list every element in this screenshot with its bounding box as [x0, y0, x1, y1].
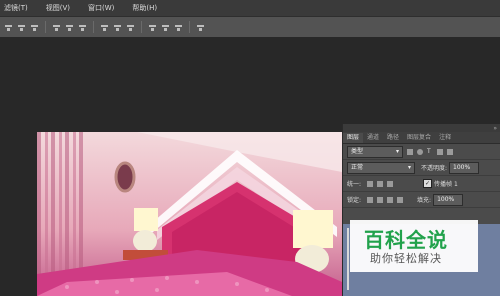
filter-pixel-icon[interactable] [407, 148, 413, 155]
chevron-down-icon: ▾ [395, 147, 399, 155]
tab-layers[interactable]: 图层 [343, 133, 364, 143]
align-vcenter-icon[interactable] [17, 23, 26, 32]
menu-help[interactable]: 帮助(H) [132, 3, 157, 13]
collapse-icon[interactable]: » [493, 125, 497, 132]
blend-mode-value: 正常 [351, 163, 364, 171]
lock-all-icon[interactable] [397, 196, 404, 203]
unify-position-icon[interactable] [367, 180, 374, 187]
menu-bar: 滤镜(T) 视图(V) 窗口(W) 帮助(H) [0, 0, 500, 16]
toolbar-divider [141, 21, 142, 33]
filter-type-icon[interactable]: T [427, 148, 431, 155]
align-bottom-icon[interactable] [30, 23, 39, 32]
lock-row: 锁定: 填充: 100% [343, 192, 500, 208]
panel-header[interactable]: » [343, 124, 500, 132]
watermark-title: 百科全说 [364, 228, 448, 252]
layer-filter-select[interactable]: 类型 ▾ [347, 145, 403, 158]
distribute-hcenter-icon[interactable] [161, 23, 170, 32]
propagate-checkbox[interactable]: ✓ [423, 179, 433, 188]
tab-notes[interactable]: 注释 [435, 133, 455, 143]
filter-adjustment-icon[interactable] [417, 148, 423, 155]
menu-window[interactable]: 窗口(W) [88, 3, 114, 13]
blend-mode-select[interactable]: 正常 ▾ [347, 161, 415, 174]
distribute-top-icon[interactable] [100, 23, 109, 32]
distribute-right-icon[interactable] [174, 23, 183, 32]
distribute-left-icon[interactable] [148, 23, 157, 32]
lock-position-icon[interactable] [387, 196, 394, 203]
menu-filter[interactable]: 滤镜(T) [4, 3, 28, 13]
align-top-icon[interactable] [4, 23, 13, 32]
align-hcenter-icon[interactable] [65, 23, 74, 32]
chevron-down-icon: ▾ [407, 163, 411, 171]
unify-row: 统一: ✓ 传播帧 1 [343, 176, 500, 192]
unify-style-icon[interactable] [387, 180, 394, 187]
blend-row: 正常 ▾ 不透明度: 100% [343, 160, 500, 176]
options-bar [0, 16, 500, 38]
tab-paths[interactable]: 路径 [383, 133, 403, 143]
align-left-icon[interactable] [52, 23, 61, 32]
tab-layer-comps[interactable]: 图层复合 [403, 133, 435, 143]
fill-input[interactable]: 100% [433, 193, 464, 206]
align-right-icon[interactable] [78, 23, 87, 32]
watermark-subtitle: 助你轻松解决 [370, 252, 442, 265]
watermark: 百科全说 助你轻松解决 [350, 220, 478, 272]
unify-label: 统一: [347, 181, 362, 188]
toolbar-divider [93, 21, 94, 33]
propagate-label: 传播帧 1 [434, 181, 458, 188]
opacity-input[interactable]: 100% [449, 161, 480, 174]
panel-tabs: 图层 通道 路径 图层复合 注释 [343, 132, 500, 144]
unify-visibility-icon[interactable] [377, 180, 384, 187]
distribute-vcenter-icon[interactable] [113, 23, 122, 32]
lock-transparent-icon[interactable] [367, 196, 374, 203]
tab-channels[interactable]: 通道 [363, 133, 383, 143]
filter-row: 类型 ▾ T [343, 144, 500, 160]
toolbar-divider [45, 21, 46, 33]
layer-visibility-strip[interactable] [347, 228, 349, 290]
lock-pixels-icon[interactable] [377, 196, 384, 203]
filter-shape-icon[interactable] [436, 148, 443, 155]
fill-label: 填充: [417, 197, 432, 204]
bedroom-photo[interactable] [37, 132, 342, 296]
auto-align-icon[interactable] [196, 23, 205, 32]
filter-label: 类型 [351, 147, 364, 155]
menu-view[interactable]: 视图(V) [46, 3, 70, 13]
distribute-bottom-icon[interactable] [126, 23, 135, 32]
lock-label: 锁定: [347, 197, 362, 204]
filter-smart-icon[interactable] [446, 148, 453, 155]
opacity-label: 不透明度: [421, 165, 448, 172]
toolbar-divider [189, 21, 190, 33]
